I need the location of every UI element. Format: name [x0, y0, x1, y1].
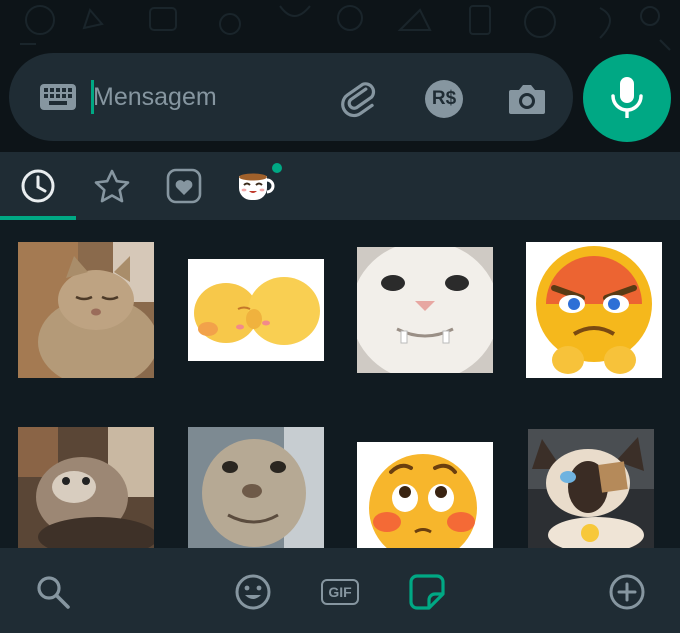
message-input[interactable]: [93, 77, 313, 117]
heart-icon: [166, 168, 202, 204]
microphone-icon: [611, 77, 643, 118]
voice-message-button[interactable]: [583, 54, 671, 142]
add-icon: [609, 574, 645, 610]
camera-icon[interactable]: [505, 77, 549, 121]
search-icon: [37, 576, 70, 609]
sticker-kitten-closeup[interactable]: [188, 427, 324, 548]
sticker-tab-button[interactable]: [405, 570, 449, 614]
clock-icon: [21, 169, 55, 203]
star-icon: [94, 169, 130, 203]
sticker-two-emoji-blobs[interactable]: [188, 259, 324, 361]
keyboard-icon[interactable]: [35, 79, 81, 115]
tab-recent[interactable]: [14, 162, 62, 210]
sticker-angry-emoji[interactable]: [526, 242, 662, 378]
sticker-tabs: [0, 152, 680, 220]
paperclip-icon[interactable]: [337, 77, 381, 121]
gif-label: GIF: [321, 579, 359, 605]
add-sticker-button[interactable]: [605, 570, 649, 614]
tab-favorites[interactable]: [160, 162, 208, 210]
payment-button[interactable]: R$: [422, 77, 466, 121]
payment-label: R$: [425, 80, 463, 118]
sticker-icon: [409, 574, 445, 610]
emoji-icon: [235, 574, 271, 610]
sticker-siamese-cat[interactable]: [528, 429, 654, 548]
sticker-cat-relaxed[interactable]: [18, 242, 154, 378]
emoji-keyboard-bottom-bar: GIF: [0, 548, 680, 633]
tab-selected-indicator: [0, 216, 76, 220]
coffee-cup-sticker-icon: [239, 173, 275, 200]
gif-tab-button[interactable]: GIF: [318, 570, 362, 614]
sticker-cat-blurry[interactable]: [18, 427, 154, 548]
sticker-blushing-emoji[interactable]: [357, 442, 493, 548]
sticker-cat-closeup-teeth[interactable]: [357, 247, 493, 373]
tab-starred[interactable]: [88, 162, 136, 210]
message-composer: R$: [9, 53, 573, 141]
new-pack-indicator: [272, 163, 282, 173]
search-button[interactable]: [31, 570, 75, 614]
emoji-tab-button[interactable]: [231, 570, 275, 614]
